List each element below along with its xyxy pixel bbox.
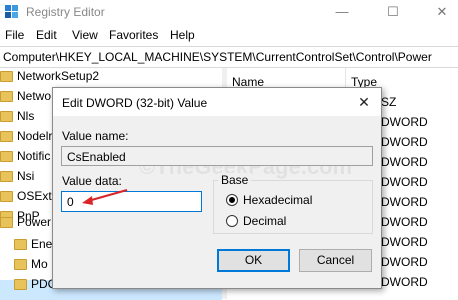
arrow-shaft	[87, 188, 128, 203]
arrow-head	[82, 196, 93, 205]
annotation-arrow	[82, 188, 128, 205]
